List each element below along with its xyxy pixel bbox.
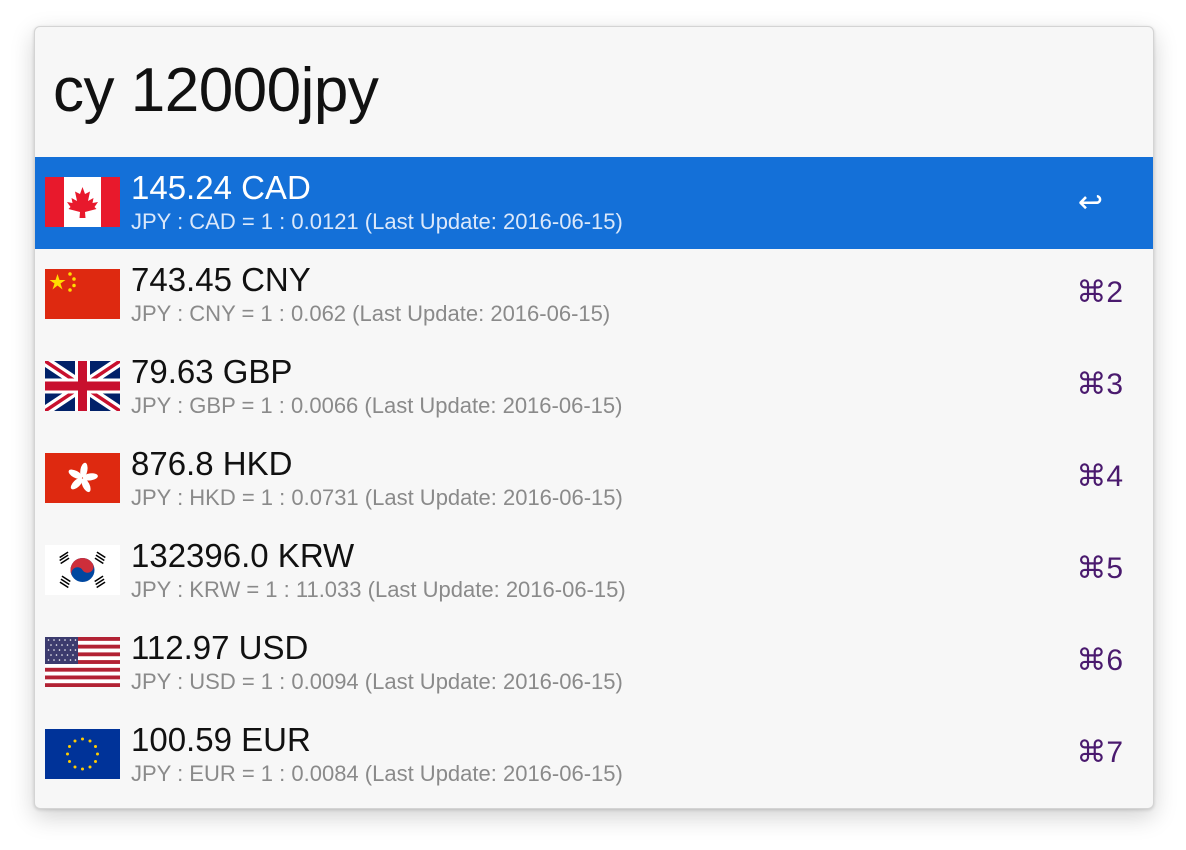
result-row-hkd[interactable]: 876.8 HKD JPY : HKD = 1 : 0.0731 (Last U…: [35, 433, 1153, 525]
shortcut-label: ⌘5: [1076, 552, 1123, 585]
result-subtitle: JPY : KRW = 1 : 11.033 (Last Update: 201…: [131, 577, 626, 602]
result-subtitle: JPY : EUR = 1 : 0.0084 (Last Update: 201…: [131, 761, 623, 786]
china-flag-icon: [45, 269, 120, 319]
result-row-usd[interactable]: 112.97 USD JPY : USD = 1 : 0.0094 (Last …: [35, 617, 1153, 709]
result-subtitle: JPY : HKD = 1 : 0.0731 (Last Update: 201…: [131, 485, 623, 510]
usa-flag-icon: [45, 637, 120, 687]
shortcut-label: ⌘7: [1076, 736, 1123, 769]
result-subtitle: JPY : GBP = 1 : 0.0066 (Last Update: 201…: [131, 393, 623, 418]
shortcut-label: ⌘6: [1076, 644, 1123, 677]
eu-flag-icon: [45, 729, 120, 779]
search-query-input[interactable]: cy 12000jpy: [35, 27, 1153, 157]
shortcut-label: ⌘4: [1076, 460, 1123, 493]
result-row-gbp[interactable]: 79.63 GBP JPY : GBP = 1 : 0.0066 (Last U…: [35, 341, 1153, 433]
canada-flag-icon: [45, 177, 120, 227]
result-row-krw[interactable]: 132396.0 KRW JPY : KRW = 1 : 11.033 (Las…: [35, 525, 1153, 617]
uk-flag-icon: [45, 361, 120, 411]
result-subtitle: JPY : CNY = 1 : 0.062 (Last Update: 2016…: [131, 301, 611, 326]
result-subtitle: JPY : USD = 1 : 0.0094 (Last Update: 201…: [131, 669, 623, 694]
result-title: 876.8 HKD: [131, 445, 293, 482]
result-title: 79.63 GBP: [131, 353, 293, 390]
result-title: 112.97 USD: [131, 629, 309, 666]
result-row-cad[interactable]: 145.24 CAD JPY : CAD = 1 : 0.0121 (Last …: [35, 157, 1153, 249]
result-row-cny[interactable]: 743.45 CNY JPY : CNY = 1 : 0.062 (Last U…: [35, 249, 1153, 341]
result-row-eur[interactable]: 100.59 EUR JPY : EUR = 1 : 0.0084 (Last …: [35, 709, 1153, 801]
result-title: 132396.0 KRW: [131, 537, 355, 574]
result-title: 100.59 EUR: [131, 721, 311, 758]
result-title: 145.24 CAD: [131, 169, 311, 206]
shortcut-label: ⌘3: [1076, 368, 1123, 401]
return-key-icon: ↩: [1077, 186, 1103, 219]
result-subtitle: JPY : CAD = 1 : 0.0121 (Last Update: 201…: [131, 209, 623, 234]
south-korea-flag-icon: [45, 545, 120, 595]
results-list: 145.24 CAD JPY : CAD = 1 : 0.0121 (Last …: [35, 157, 1153, 801]
hong-kong-flag-icon: [45, 453, 120, 503]
launcher-window: cy 12000jpy 145.24 CAD JPY : CAD = 1 : 0…: [34, 26, 1154, 809]
shortcut-label: ⌘2: [1076, 276, 1123, 309]
result-title: 743.45 CNY: [131, 261, 311, 298]
